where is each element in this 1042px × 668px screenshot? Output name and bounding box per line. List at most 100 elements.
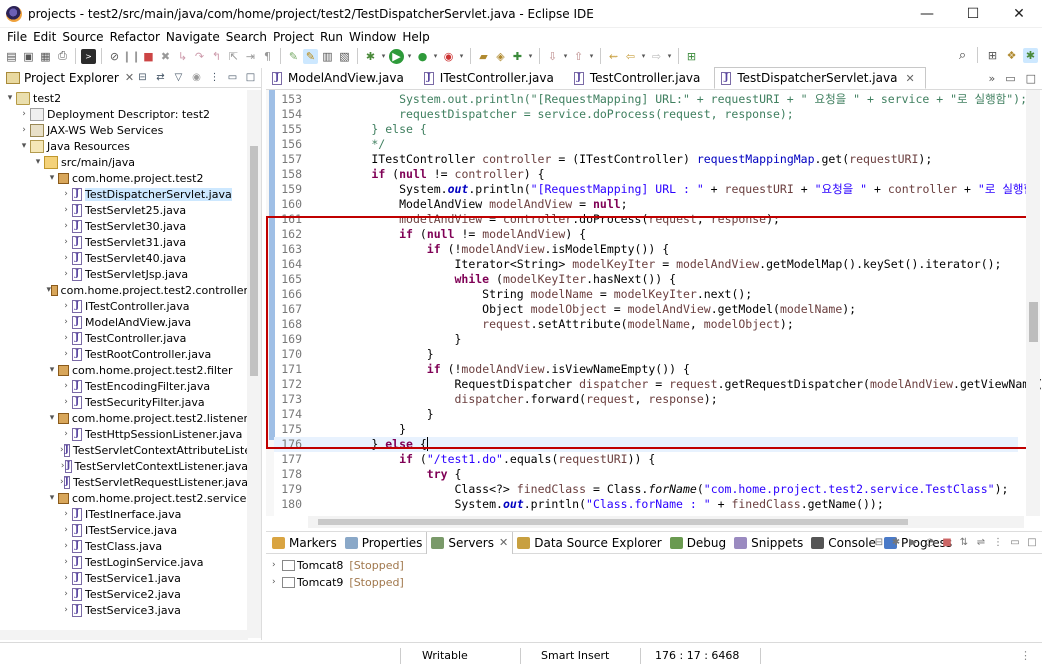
menu-file[interactable]: File xyxy=(4,30,30,44)
code-line[interactable]: 156 */ xyxy=(274,137,1018,152)
run-server-icon[interactable]: ● xyxy=(415,49,430,64)
terminate-icon[interactable]: ■ xyxy=(141,49,156,64)
tree-item[interactable]: › Deployment Descriptor: test2 xyxy=(0,106,248,122)
tree-item[interactable]: › J TestEncodingFilter.java xyxy=(0,378,248,394)
collapsed-arrow-icon[interactable]: › xyxy=(60,605,72,615)
expanded-arrow-icon[interactable]: ▾ xyxy=(46,493,58,503)
use-step-filters-icon[interactable]: ⇥ xyxy=(243,49,258,64)
maximize-button[interactable]: ☐ xyxy=(950,0,996,28)
debug-icon[interactable]: ✱ xyxy=(363,49,378,64)
open-perspective-icon[interactable]: ✎ xyxy=(286,49,301,64)
tree-item[interactable]: › J TestRootController.java xyxy=(0,346,248,362)
suspend-icon[interactable]: ❙❙ xyxy=(122,49,140,64)
stop-server-icon[interactable]: ■ xyxy=(941,536,953,548)
filter-icon[interactable]: ▽ xyxy=(172,71,185,84)
tree-item[interactable]: › J TestServletJsp.java xyxy=(0,266,248,282)
toggle-block-selection-icon[interactable]: ▥ xyxy=(320,49,335,64)
profile-server-icon[interactable]: ◔ xyxy=(924,536,936,548)
collapsed-arrow-icon[interactable]: › xyxy=(18,125,30,135)
collapsed-arrow-icon[interactable]: › xyxy=(60,429,72,439)
code-line[interactable]: 166 String modelName = modelKeyIter.next… xyxy=(274,287,1018,302)
step-over-icon[interactable]: ↷ xyxy=(192,49,207,64)
tree-item[interactable]: ▾ com.home.project.test2 xyxy=(0,170,248,186)
dropdown-arrow-icon[interactable]: ▾ xyxy=(527,49,534,64)
collapsed-arrow-icon[interactable]: › xyxy=(60,397,72,407)
editor-tab[interactable]: J ITestController.java xyxy=(418,67,564,89)
tab-debug[interactable]: Debug xyxy=(666,532,730,554)
collapsed-arrow-icon[interactable]: › xyxy=(272,560,282,570)
tree-item[interactable]: › J TestLoginService.java xyxy=(0,554,248,570)
code-line[interactable]: 178 try { xyxy=(274,467,1018,482)
expanded-arrow-icon[interactable]: ▾ xyxy=(32,157,44,167)
collapsed-arrow-icon[interactable]: › xyxy=(60,269,72,279)
scrollbar-thumb[interactable] xyxy=(318,519,908,525)
editor-tab[interactable]: J ModelAndView.java xyxy=(266,67,414,89)
maximize-editor-icon[interactable]: □ xyxy=(1026,72,1036,85)
tab-project-explorer[interactable]: Project Explorer ✕ xyxy=(0,67,141,88)
code-line[interactable]: 179 Class<?> finedClass = Class.forName(… xyxy=(274,482,1018,497)
tree-item[interactable]: ▾ Java Resources xyxy=(0,138,248,154)
new-package-icon[interactable]: ◈ xyxy=(493,49,508,64)
view-menu-icon[interactable]: ⋮ xyxy=(992,536,1004,548)
dropdown-arrow-icon[interactable]: ▾ xyxy=(406,49,413,64)
tree-item[interactable]: › J TestClass.java xyxy=(0,538,248,554)
collapsed-arrow-icon[interactable]: › xyxy=(60,221,72,231)
new-class-icon[interactable]: ✚ xyxy=(510,49,525,64)
search-icon[interactable]: ⌕ xyxy=(955,48,970,63)
collapsed-arrow-icon[interactable]: › xyxy=(60,253,72,263)
close-icon[interactable]: ✕ xyxy=(905,72,914,85)
show-whitespace-icon[interactable]: ¶ xyxy=(260,49,275,64)
code-line[interactable]: 168 request.setAttribute(modelName, mode… xyxy=(274,317,1018,332)
dropdown-arrow-icon[interactable]: ▾ xyxy=(380,49,387,64)
code-line[interactable]: 177 if ("/test1.do".equals(requestURI)) … xyxy=(274,452,1018,467)
explorer-horizontal-scrollbar[interactable] xyxy=(0,630,248,640)
toggle-ant-editor-icon[interactable]: ▧ xyxy=(337,49,352,64)
status-menu-icon[interactable]: ⋮ xyxy=(1020,649,1031,662)
show-list-icon[interactable]: » xyxy=(988,72,995,85)
code-line[interactable]: 165 while (modelKeyIter.hasNext()) { xyxy=(274,272,1018,287)
code-area[interactable]: 153 System.out.println("[RequestMapping]… xyxy=(266,90,1042,516)
tree-item[interactable]: › J TestController.java xyxy=(0,330,248,346)
new-java-project-icon[interactable]: ▰ xyxy=(476,49,491,64)
code-line[interactable]: 163 if (!modelAndView.isModelEmpty()) { xyxy=(274,242,1018,257)
new-icon[interactable]: ▤ xyxy=(4,49,19,64)
menu-help[interactable]: Help xyxy=(399,30,432,44)
debug-server-icon[interactable]: ✱ xyxy=(890,536,902,548)
tree-item[interactable]: ▾ com.home.project.test2.service xyxy=(0,490,248,506)
previous-annotation-icon[interactable]: ⇧ xyxy=(571,49,586,64)
tree-item[interactable]: › J TestServlet31.java xyxy=(0,234,248,250)
collapsed-arrow-icon[interactable]: › xyxy=(18,109,30,119)
tree-item[interactable]: ▾ test2 xyxy=(0,90,248,106)
tree-item[interactable]: › J TestService1.java xyxy=(0,570,248,586)
code-line[interactable]: 162 if (null != modelAndView) { xyxy=(274,227,1018,242)
collapsed-arrow-icon[interactable]: › xyxy=(60,205,72,215)
tab-snippets[interactable]: Snippets xyxy=(730,532,807,554)
expanded-arrow-icon[interactable]: ▾ xyxy=(46,413,58,423)
tab-properties[interactable]: Properties xyxy=(341,532,427,554)
next-annotation-icon[interactable]: ⇩ xyxy=(545,49,560,64)
scrollbar-thumb[interactable] xyxy=(250,146,258,376)
minimize-view-icon[interactable]: ▭ xyxy=(1009,536,1021,548)
tree-item[interactable]: › J TestHttpSessionListener.java xyxy=(0,426,248,442)
tree-item[interactable]: › J ITestController.java xyxy=(0,298,248,314)
pin-editor-icon[interactable]: ⊞ xyxy=(684,49,699,64)
server-item[interactable]: › Tomcat9 [Stopped] xyxy=(266,574,1042,590)
minimize-button[interactable]: — xyxy=(904,0,950,28)
terminal-icon[interactable]: > xyxy=(81,48,96,64)
code-line[interactable]: 170 } xyxy=(274,347,1018,362)
last-edit-location-icon[interactable]: ⇜ xyxy=(606,49,621,64)
menu-navigate[interactable]: Navigate xyxy=(163,30,223,44)
collapsed-arrow-icon[interactable]: › xyxy=(60,525,72,535)
editor-scrollbar[interactable] xyxy=(1026,90,1040,516)
code-line[interactable]: 172 RequestDispatcher dispatcher = reque… xyxy=(274,377,1042,392)
toggle-mark-occurrences-icon[interactable]: ✎ xyxy=(303,48,318,64)
link-with-editor-icon[interactable]: ⇄ xyxy=(154,71,167,84)
open-perspective-icon[interactable]: ⊞ xyxy=(985,48,1000,63)
maximize-view-icon[interactable]: □ xyxy=(1026,536,1038,548)
tree-item[interactable]: › J TestService2.java xyxy=(0,586,248,602)
tree-item[interactable]: › J ModelAndView.java xyxy=(0,314,248,330)
skip-breakpoints-icon[interactable]: ⊘ xyxy=(107,49,122,64)
save-all-icon[interactable]: ▦ xyxy=(38,49,53,64)
run-icon[interactable]: ▶ xyxy=(389,48,404,64)
publish-icon[interactable]: ⇅ xyxy=(958,536,970,548)
